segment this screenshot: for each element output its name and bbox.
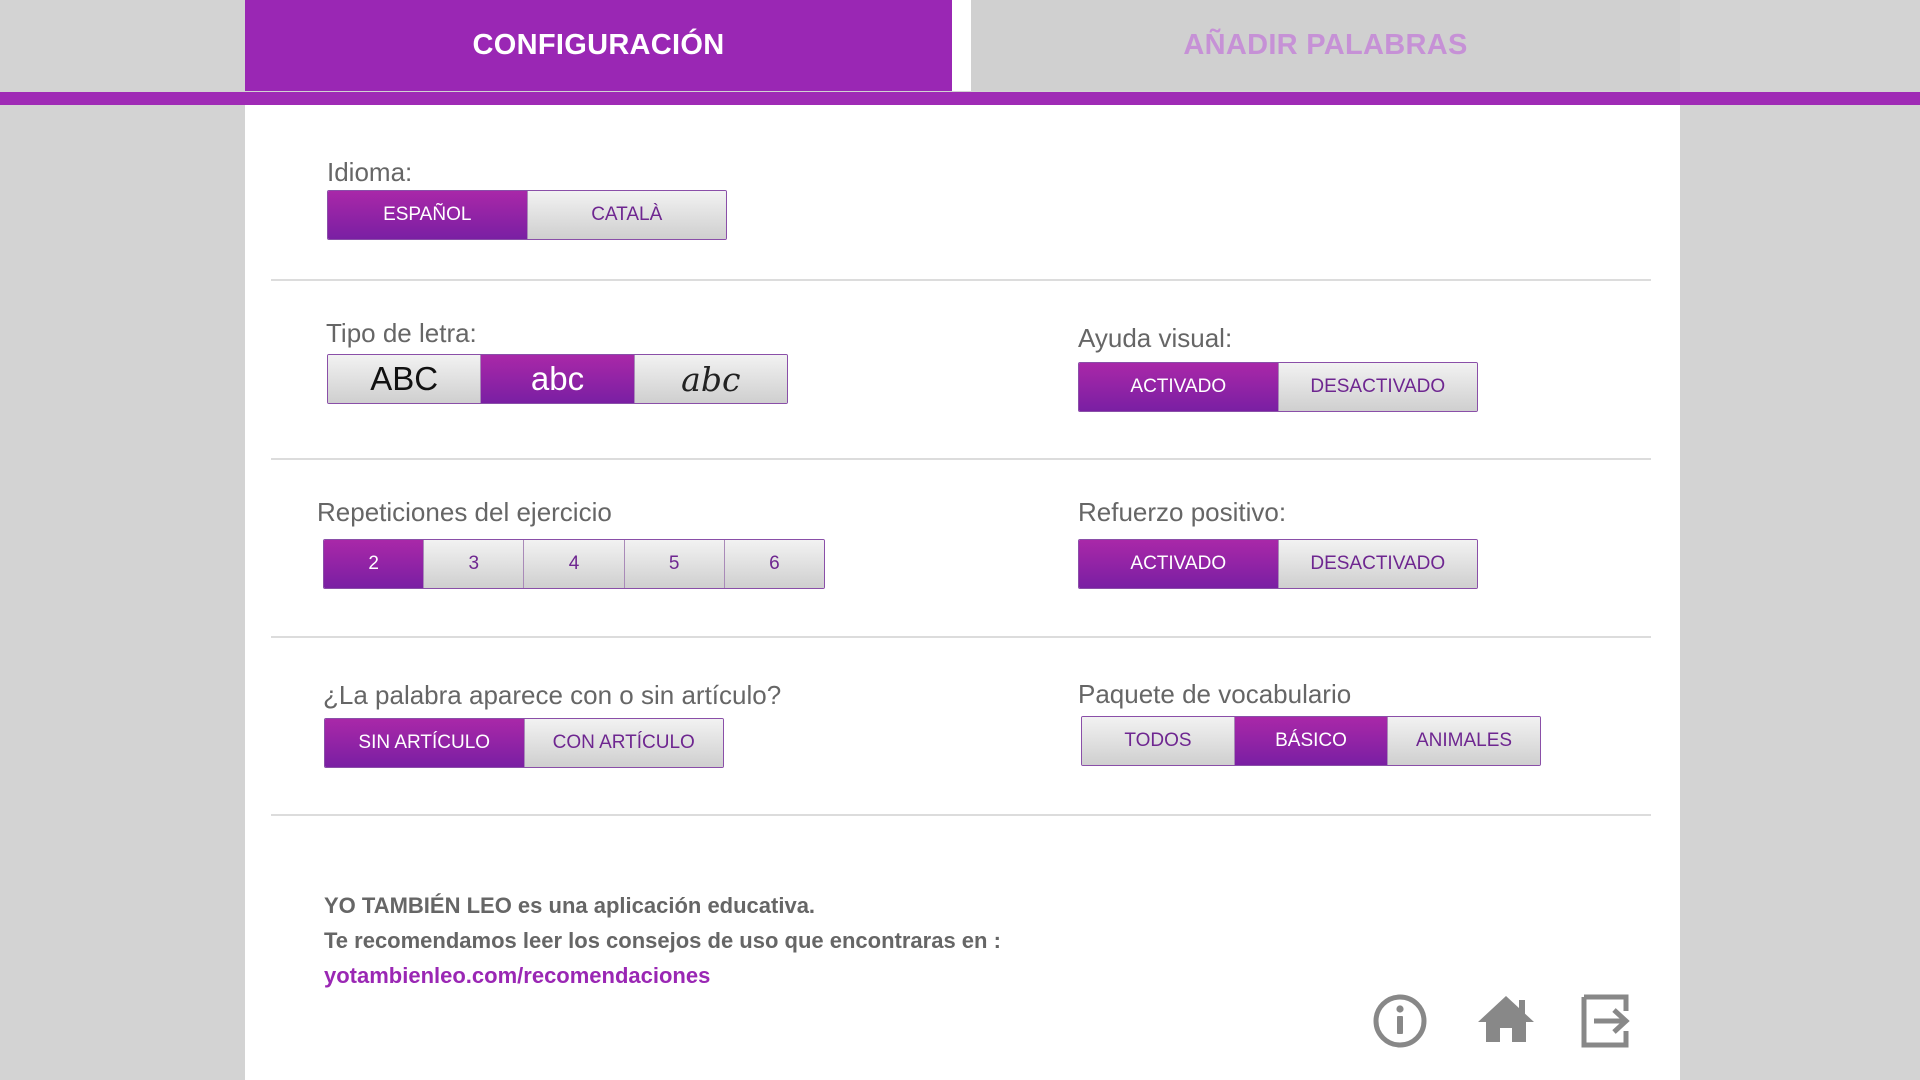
visual-help-label: Ayuda visual: bbox=[1078, 323, 1233, 353]
tab-separator bbox=[952, 0, 971, 91]
font-type-label: Tipo de letra: bbox=[326, 318, 477, 348]
option-vocab-todos[interactable]: TODOS bbox=[1082, 717, 1235, 765]
option-repetitions-4[interactable]: 4 bbox=[524, 540, 625, 588]
option-vocab-basico[interactable]: BÁSICO bbox=[1235, 717, 1388, 765]
option-con-articulo[interactable]: CON ARTÍCULO bbox=[524, 719, 723, 767]
option-font-lowercase[interactable]: abc bbox=[481, 355, 635, 403]
article-label: ¿La palabra aparece con o sin artículo? bbox=[323, 680, 782, 710]
tab-underline-bar bbox=[0, 92, 1920, 105]
home-icon[interactable] bbox=[1476, 992, 1536, 1048]
info-icon[interactable] bbox=[1370, 991, 1430, 1051]
divider bbox=[271, 279, 1651, 281]
option-repetitions-2[interactable]: 2 bbox=[324, 540, 425, 588]
option-visual-help-off[interactable]: DESACTIVADO bbox=[1278, 363, 1477, 411]
divider bbox=[271, 458, 1651, 460]
language-selector: ESPAÑOL CATALÀ bbox=[327, 190, 727, 240]
footer-recommendation: Te recomendamos leer los consejos de uso… bbox=[324, 928, 1001, 953]
language-label: Idioma: bbox=[327, 157, 413, 187]
positive-reinforcement-selector: ACTIVADO DESACTIVADO bbox=[1078, 539, 1478, 589]
option-repetitions-5[interactable]: 5 bbox=[624, 540, 725, 588]
option-catala[interactable]: CATALÀ bbox=[527, 191, 726, 239]
option-vocab-animales[interactable]: ANIMALES bbox=[1388, 717, 1540, 765]
option-visual-help-on[interactable]: ACTIVADO bbox=[1079, 363, 1279, 411]
vocabulary-label: Paquete de vocabulario bbox=[1078, 679, 1352, 709]
visual-help-selector: ACTIVADO DESACTIVADO bbox=[1078, 362, 1478, 412]
repetitions-selector: 2 3 4 5 6 bbox=[323, 539, 825, 589]
option-reinforcement-off[interactable]: DESACTIVADO bbox=[1278, 540, 1477, 588]
tab-anadir-palabras[interactable]: AÑADIR PALABRAS bbox=[971, 0, 1680, 91]
option-espanol[interactable]: ESPAÑOL bbox=[328, 191, 528, 239]
option-font-uppercase[interactable]: ABC bbox=[328, 355, 482, 403]
font-type-selector: ABC abc abc bbox=[327, 354, 788, 404]
tab-configuracion[interactable]: CONFIGURACIÓN bbox=[245, 0, 952, 91]
recommendations-link[interactable]: yotambienleo.com/recomendaciones bbox=[324, 963, 710, 989]
option-repetitions-3[interactable]: 3 bbox=[424, 540, 525, 588]
divider bbox=[271, 636, 1651, 638]
article-selector: SIN ARTÍCULO CON ARTÍCULO bbox=[324, 718, 724, 768]
option-repetitions-6[interactable]: 6 bbox=[724, 540, 824, 588]
option-reinforcement-on[interactable]: ACTIVADO bbox=[1079, 540, 1279, 588]
exit-icon[interactable] bbox=[1580, 993, 1636, 1049]
vocabulary-selector: TODOS BÁSICO ANIMALES bbox=[1081, 716, 1541, 766]
divider bbox=[271, 814, 1651, 816]
option-font-cursive[interactable]: abc bbox=[634, 355, 787, 403]
positive-reinforcement-label: Refuerzo positivo: bbox=[1078, 497, 1287, 527]
repetitions-label: Repeticiones del ejercicio bbox=[317, 497, 612, 527]
option-sin-articulo[interactable]: SIN ARTÍCULO bbox=[325, 719, 525, 767]
footer-description: YO TAMBIÉN LEO es una aplicación educati… bbox=[324, 893, 816, 918]
